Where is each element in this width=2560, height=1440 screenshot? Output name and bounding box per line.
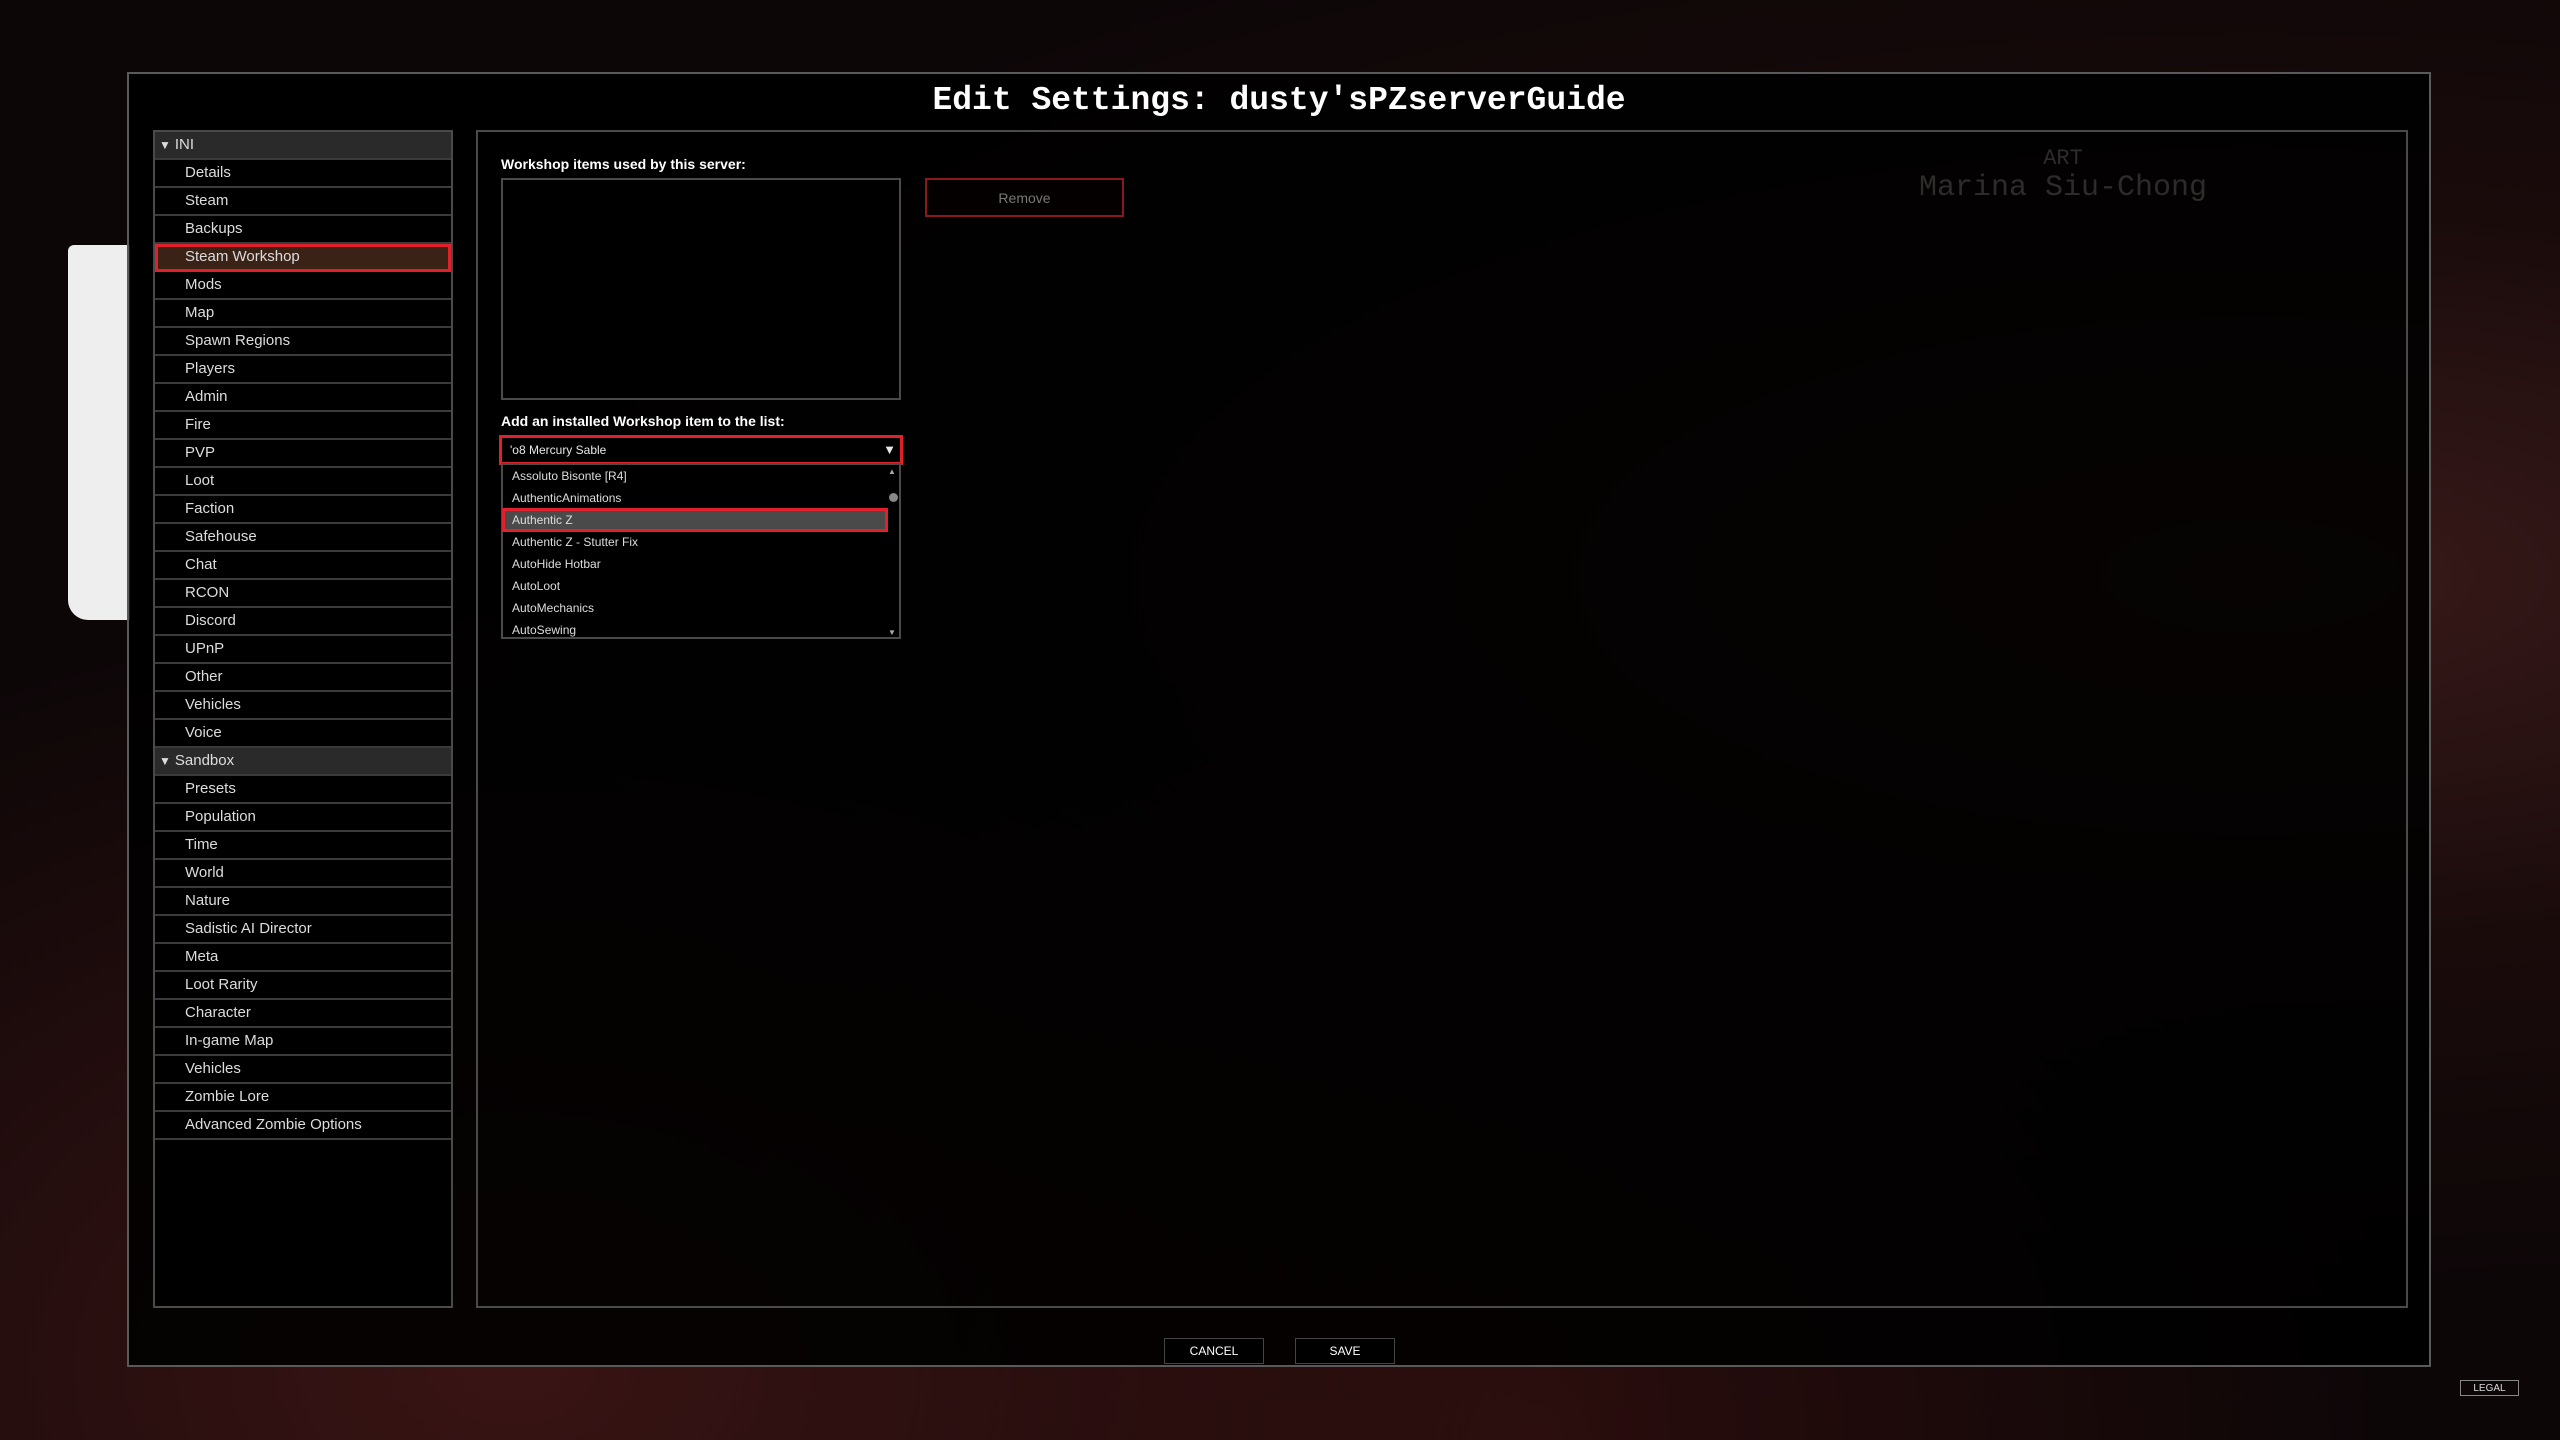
- sidebar-item-backups[interactable]: Backups: [155, 216, 451, 244]
- sidebar-group-label: Sandbox: [174, 752, 235, 769]
- cancel-button[interactable]: CANCEL: [1164, 1338, 1264, 1364]
- sidebar-item-loot[interactable]: Loot: [155, 468, 451, 496]
- sidebar-item-admin[interactable]: Admin: [155, 384, 451, 412]
- dropdown-option[interactable]: AutoSewing: [503, 619, 887, 641]
- workshop-item-combobox[interactable]: 'o8 Mercury Sable ▼: [499, 435, 903, 465]
- dropdown-option[interactable]: Authentic Z - Stutter Fix: [503, 531, 887, 553]
- edit-settings-dialog: Edit Settings: dusty'sPZserverGuide ART …: [127, 72, 2431, 1367]
- sidebar-item-meta[interactable]: Meta: [155, 944, 451, 972]
- dropdown-option[interactable]: AutoMechanics: [503, 597, 887, 619]
- combo-value: 'o8 Mercury Sable: [510, 443, 607, 457]
- sidebar-item-mods[interactable]: Mods: [155, 272, 451, 300]
- logo-fragment: [68, 245, 130, 620]
- sidebar-item-upnp[interactable]: UPnP: [155, 636, 451, 664]
- dropdown-option[interactable]: AutoLoot: [503, 575, 887, 597]
- sidebar-item-population[interactable]: Population: [155, 804, 451, 832]
- sidebar-item-zombie-lore[interactable]: Zombie Lore: [155, 1084, 451, 1112]
- sidebar-item-character[interactable]: Character: [155, 1000, 451, 1028]
- remove-button[interactable]: Remove: [925, 178, 1124, 217]
- sidebar-item-world[interactable]: World: [155, 860, 451, 888]
- sidebar-item-vehicles[interactable]: Vehicles: [155, 1056, 451, 1084]
- dropdown-option[interactable]: AuthenticAnimations: [503, 487, 887, 509]
- settings-sidebar: ▼ INI Details Steam Backups Steam Workshop Mod…: [153, 130, 453, 1308]
- sidebar-item-steam[interactable]: Steam: [155, 188, 451, 216]
- sidebar-item-chat[interactable]: Chat: [155, 552, 451, 580]
- sidebar-item-in-game-map[interactable]: In-game Map: [155, 1028, 451, 1056]
- sidebar-item-advanced-zombie-options[interactable]: Advanced Zombie Options: [155, 1112, 451, 1140]
- sidebar-item-sadistic-ai-director[interactable]: Sadistic AI Director: [155, 916, 451, 944]
- sidebar-item-presets[interactable]: Presets: [155, 776, 451, 804]
- sidebar-item-vehicles[interactable]: Vehicles: [155, 692, 451, 720]
- dialog-title: Edit Settings: dusty'sPZserverGuide: [932, 82, 1626, 119]
- collapse-triangle-icon[interactable]: ▼: [159, 754, 171, 768]
- sidebar-item-pvp[interactable]: PVP: [155, 440, 451, 468]
- sidebar-item-players[interactable]: Players: [155, 356, 451, 384]
- sidebar-item-details[interactable]: Details: [155, 160, 451, 188]
- dropdown-option[interactable]: Assoluto Bisonte [R4]: [503, 465, 887, 487]
- sidebar-group-ini[interactable]: ▼ INI: [155, 132, 451, 160]
- sidebar-item-time[interactable]: Time: [155, 832, 451, 860]
- sidebar-group-sandbox[interactable]: ▼ Sandbox: [155, 748, 451, 776]
- dropdown-option[interactable]: Authentic Z: [502, 508, 888, 532]
- dropdown-option[interactable]: AutoHide Hotbar: [503, 553, 887, 575]
- sidebar-item-loot-rarity[interactable]: Loot Rarity: [155, 972, 451, 1000]
- steam-workshop-panel: Workshop items used by this server: Remo…: [476, 130, 2408, 1308]
- scroll-thumb[interactable]: [889, 493, 898, 502]
- sidebar-item-steam-workshop[interactable]: Steam Workshop: [155, 244, 451, 272]
- sidebar-item-map[interactable]: Map: [155, 300, 451, 328]
- scroll-up-icon[interactable]: ▲: [888, 467, 896, 476]
- sidebar-item-rcon[interactable]: RCON: [155, 580, 451, 608]
- workshop-item-dropdown: Assoluto Bisonte [R4] AuthenticAnimations…: [501, 463, 901, 639]
- legal-button[interactable]: LEGAL: [2460, 1380, 2519, 1396]
- sidebar-item-faction[interactable]: Faction: [155, 496, 451, 524]
- save-button[interactable]: SAVE: [1295, 1338, 1395, 1364]
- scroll-down-icon[interactable]: ▼: [888, 628, 896, 637]
- sidebar-item-safehouse[interactable]: Safehouse: [155, 524, 451, 552]
- sidebar-item-fire[interactable]: Fire: [155, 412, 451, 440]
- sidebar-item-spawn-regions[interactable]: Spawn Regions: [155, 328, 451, 356]
- sidebar-item-other[interactable]: Other: [155, 664, 451, 692]
- workshop-items-list[interactable]: [501, 178, 901, 400]
- sidebar-item-nature[interactable]: Nature: [155, 888, 451, 916]
- collapse-triangle-icon[interactable]: ▼: [159, 138, 171, 152]
- dropdown-scrollbar[interactable]: ▲ ▼: [888, 467, 898, 637]
- sidebar-group-label: INI: [174, 136, 195, 153]
- chevron-down-icon[interactable]: ▼: [883, 438, 896, 462]
- sidebar-item-voice[interactable]: Voice: [155, 720, 451, 748]
- workshop-items-label: Workshop items used by this server:: [501, 156, 746, 172]
- add-workshop-item-label: Add an installed Workshop item to the li…: [501, 413, 785, 429]
- sidebar-item-discord[interactable]: Discord: [155, 608, 451, 636]
